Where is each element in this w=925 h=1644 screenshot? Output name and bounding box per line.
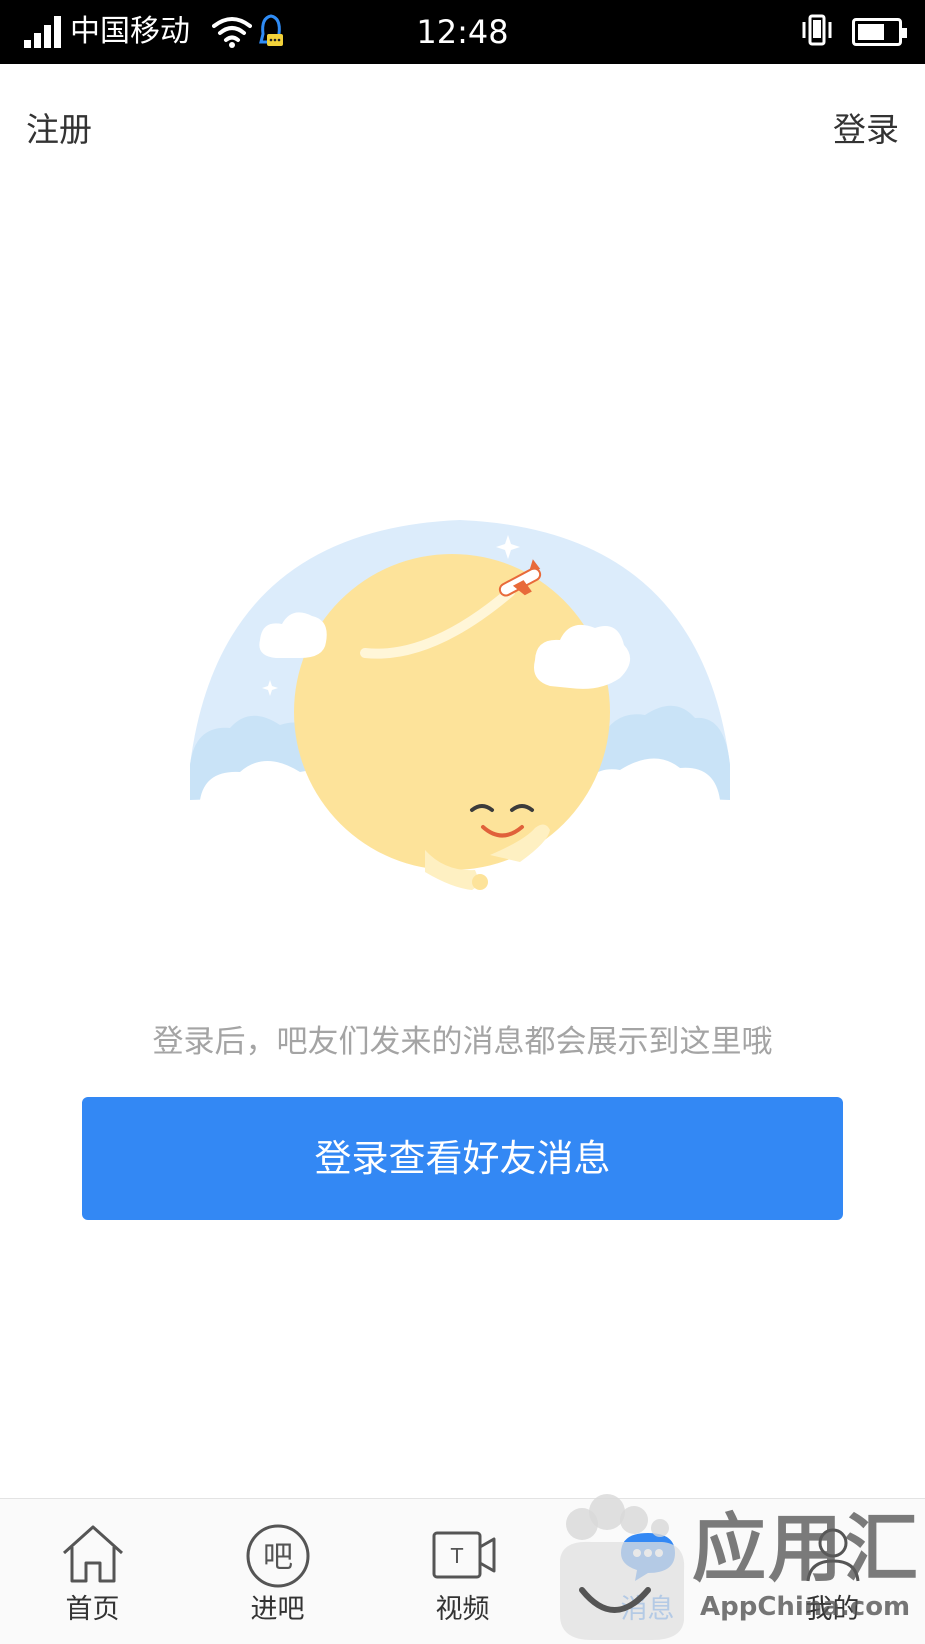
tab-messages[interactable]: 消息	[555, 1499, 740, 1644]
clock: 12:48	[416, 13, 509, 51]
tab-messages-label: 消息	[620, 1594, 675, 1625]
tab-enter-bar[interactable]: 吧 进吧	[185, 1499, 370, 1644]
empty-messages-illustration	[190, 520, 730, 890]
login-view-messages-button[interactable]: 登录查看好友消息	[82, 1097, 843, 1220]
tab-video-label: 视频	[435, 1594, 490, 1625]
tab-profile-label: 我的	[805, 1594, 860, 1625]
register-link[interactable]: 注册	[26, 108, 92, 152]
tab-home-label: 首页	[65, 1594, 120, 1625]
tab-home[interactable]: 首页	[0, 1499, 185, 1644]
vibrate-mode-icon	[802, 14, 832, 46]
tab-profile[interactable]: 我的	[740, 1499, 925, 1644]
video-icon-text: T	[450, 1544, 464, 1568]
status-bar: 中国移动 12:48	[0, 0, 925, 64]
enter-bar-icon: 吧	[246, 1524, 310, 1588]
empty-state-message: 登录后，吧友们发来的消息都会展示到这里哦	[152, 1024, 773, 1060]
profile-icon	[806, 1528, 860, 1582]
tab-video[interactable]: T 视频	[370, 1499, 555, 1644]
home-icon	[62, 1525, 124, 1583]
bottom-tab-bar: 首页 吧 进吧 T 视频 消息 我的	[0, 1498, 925, 1644]
login-link[interactable]: 登录	[833, 108, 899, 152]
tab-enter-bar-label: 进吧	[250, 1594, 305, 1625]
video-icon: T	[432, 1531, 496, 1579]
message-icon	[621, 1533, 675, 1581]
battery-icon	[852, 18, 907, 46]
enter-bar-icon-text: 吧	[263, 1540, 293, 1575]
